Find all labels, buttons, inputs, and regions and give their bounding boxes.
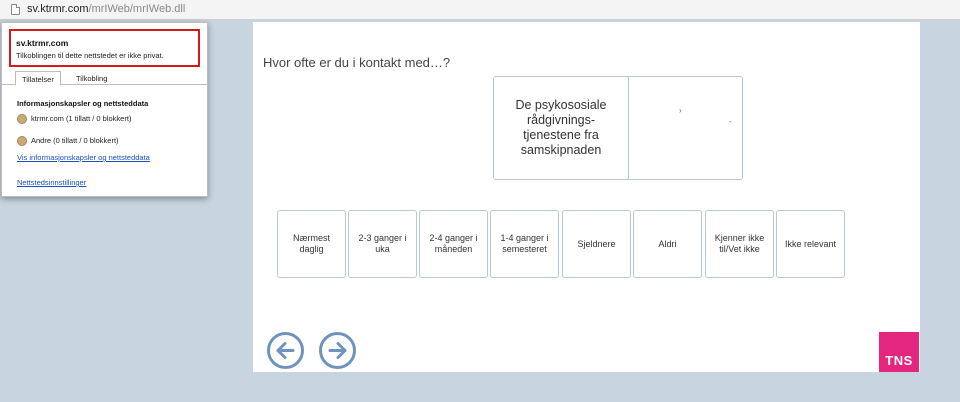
tns-logo: TNS (879, 332, 919, 372)
question-text: Hvor ofte er du i kontakt med…? (263, 55, 451, 70)
answer-option[interactable]: 2-3 ganger i uka (348, 210, 417, 278)
answer-option[interactable]: Sjeldnere (562, 210, 631, 278)
answer-option[interactable]: Aldri (633, 210, 702, 278)
survey-panel: Hvor ofte er du i kontakt med…? › - De p… (253, 22, 920, 372)
url-host: sv.ktrmr.com (27, 3, 89, 15)
answer-option[interactable]: Kjenner ikke til/Vet ikke (705, 210, 774, 278)
popup-tabs: Tillatelser Tilkobling (2, 71, 207, 86)
tab-permissions[interactable]: Tillatelser (15, 71, 61, 86)
cookie-row-label: ktrmr.com (1 tillatt / 0 blokkert) (31, 114, 132, 123)
next-button[interactable] (319, 332, 356, 369)
tab-connection[interactable]: Tilkobling (70, 71, 113, 86)
view-cookies-link[interactable]: Vis informasjonskapsler og nettsteddata (17, 153, 202, 162)
card-stack: › - De psykososiale rådgivnings-tjeneste… (493, 76, 743, 180)
popup-site-name: sv.ktrmr.com (16, 38, 69, 48)
cookie-icon (17, 114, 27, 124)
cookie-row-label: Andre (0 tillatt / 0 blokkert) (31, 136, 119, 145)
page-info-icon[interactable] (11, 4, 20, 15)
current-card: De psykososiale rådgivnings-tjenestene f… (493, 76, 629, 180)
cookies-section-title: Informasjonskapsler og nettsteddata (17, 99, 149, 108)
card-edge-mark: › (679, 106, 682, 115)
arrow-left-circle-icon (276, 342, 295, 359)
back-button[interactable] (267, 332, 304, 369)
site-info-popup: sv.ktrmr.com Tilkoblingen til dette nett… (1, 22, 208, 197)
cookie-row: ktrmr.com (1 tillatt / 0 blokkert) (17, 114, 202, 130)
url-path: /mrIWeb/mrIWeb.dll (88, 3, 186, 15)
connection-warning: sv.ktrmr.com Tilkoblingen til dette nett… (9, 29, 200, 67)
arrow-right-circle-icon (328, 342, 347, 359)
answer-option[interactable]: Ikke relevant (776, 210, 845, 278)
connection-message: Tilkoblingen til dette nettstedet er ikk… (16, 51, 164, 60)
site-settings-link[interactable]: Nettstedsinnstillinger (17, 178, 202, 187)
cookie-icon (17, 136, 27, 146)
url-text[interactable]: sv.ktrmr.com/mrIWeb/mrIWeb.dll (27, 3, 185, 15)
permissions-panel: Informasjonskapsler og nettsteddata ktrm… (17, 99, 202, 187)
cookie-row: Andre (0 tillatt / 0 blokkert) (17, 136, 202, 152)
answer-option[interactable]: 1-4 ganger i semesteret (490, 210, 559, 278)
address-bar[interactable]: sv.ktrmr.com/mrIWeb/mrIWeb.dll (0, 0, 960, 20)
card-edge-mark: - (729, 117, 732, 126)
answer-option[interactable]: 2-4 ganger i måneden (419, 210, 488, 278)
answer-option[interactable]: Nærmest daglig (277, 210, 346, 278)
stacked-card (725, 76, 743, 180)
